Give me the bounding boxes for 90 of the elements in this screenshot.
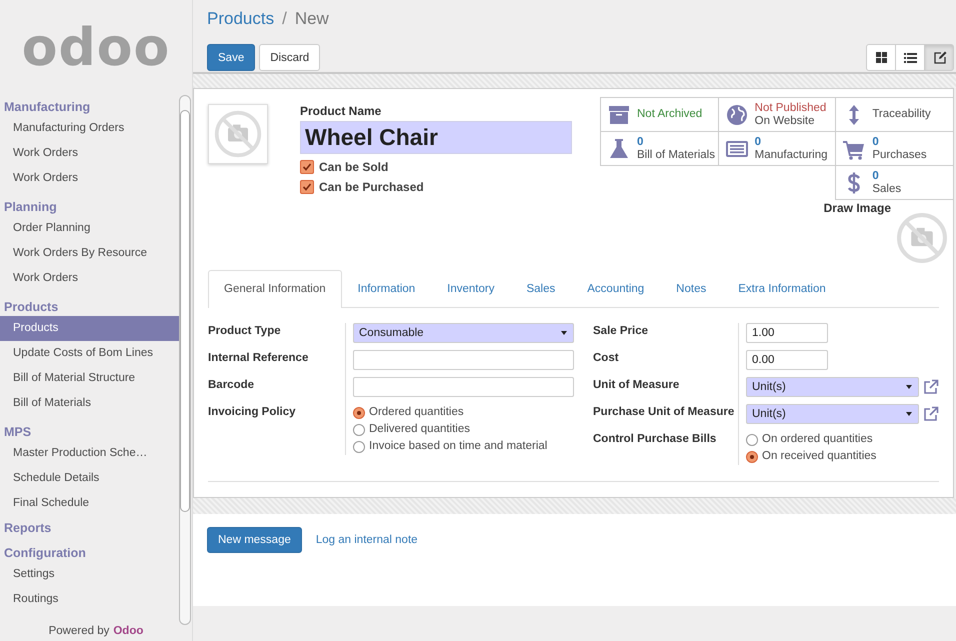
caret-icon xyxy=(560,329,568,337)
breadcrumb-link[interactable]: Products xyxy=(207,9,274,29)
field-label: Purchase Unit of Measure xyxy=(593,406,734,418)
radio-label: Invoice based on time and material xyxy=(369,439,548,454)
radio-button[interactable] xyxy=(353,406,365,418)
new-message-button[interactable]: New message xyxy=(207,527,302,553)
smart-button[interactable]: Not Archived xyxy=(600,97,719,132)
log-note-link[interactable]: Log an internal note xyxy=(316,527,418,553)
menu-item[interactable]: Work Orders xyxy=(0,141,179,166)
menu-item[interactable]: Settings xyxy=(0,562,179,587)
radio-label: On received quantities xyxy=(762,449,876,464)
field-label: Product Type xyxy=(208,325,281,337)
field-label: Invoicing Policy xyxy=(208,406,296,418)
external-link-icon[interactable] xyxy=(923,406,939,422)
dropdown-field[interactable]: Unit(s) xyxy=(746,377,919,397)
view-button[interactable] xyxy=(866,44,896,71)
view-button[interactable] xyxy=(924,44,954,71)
menu-item[interactable]: Update Costs of Bom Lines xyxy=(0,341,179,366)
field-label: Product Name xyxy=(300,104,382,118)
smart-button[interactable]: 0 Bill of Materials xyxy=(600,131,719,166)
no-photo-icon xyxy=(213,109,263,159)
tab[interactable]: Extra Information xyxy=(722,270,842,308)
tab[interactable]: General Information xyxy=(208,270,342,308)
breadcrumb-separator: / xyxy=(282,9,287,29)
menu-item[interactable]: Bill of Materials xyxy=(0,391,179,416)
field-label: Sale Price xyxy=(593,325,648,337)
external-link-icon[interactable] xyxy=(923,379,939,395)
radio-button[interactable] xyxy=(746,434,758,446)
radio-button[interactable] xyxy=(746,450,758,462)
radio-label: Ordered quantities xyxy=(369,405,464,420)
menu-item[interactable]: Order Planning xyxy=(0,216,179,241)
scrollbar[interactable] xyxy=(179,95,191,625)
field-label: Internal Reference xyxy=(208,352,308,364)
input-field[interactable] xyxy=(353,377,574,397)
menu-item[interactable]: Final Schedule xyxy=(0,491,179,516)
input-field[interactable]: 0.00 xyxy=(746,350,828,370)
tab[interactable]: Notes xyxy=(660,270,722,308)
checkbox-label: Can be Sold xyxy=(319,160,388,174)
no-photo-icon xyxy=(895,211,949,265)
draw-image-label: Draw Image xyxy=(824,201,891,217)
tab[interactable]: Sales xyxy=(510,270,572,308)
tab[interactable]: Information xyxy=(342,270,432,308)
menu-item[interactable]: Work Orders By Resource xyxy=(0,241,179,266)
menu-item[interactable]: Schedule Details xyxy=(0,466,179,491)
dropdown-field[interactable]: Unit(s) xyxy=(746,404,919,424)
menu-section-title: Products xyxy=(4,300,58,314)
radio-button[interactable] xyxy=(353,424,365,436)
dropdown-field[interactable]: Consumable xyxy=(353,323,574,343)
kanban-icon xyxy=(874,50,888,65)
field-label: Cost xyxy=(593,352,619,364)
field-label: Unit of Measure xyxy=(593,379,680,391)
list-icon xyxy=(902,50,918,65)
breadcrumb-current: New xyxy=(294,9,329,29)
action-button[interactable]: Discard xyxy=(259,44,320,71)
menu-item[interactable]: Routings xyxy=(0,587,179,612)
checkbox[interactable] xyxy=(300,160,314,174)
flask-icon xyxy=(607,136,631,160)
caret-icon xyxy=(905,410,913,418)
product-name-field[interactable]: Wheel Chair xyxy=(300,121,572,154)
smart-button[interactable]: 0 Sales xyxy=(835,165,954,200)
menu-item[interactable]: Manufacturing Orders xyxy=(0,116,179,141)
menu-section-title: Planning xyxy=(4,200,57,214)
menu-item[interactable]: Work Orders xyxy=(0,166,179,191)
menu-item[interactable]: Bill of Material Structure xyxy=(0,366,179,391)
field-label: Control Purchase Bills xyxy=(593,433,716,445)
menu-section-title: Manufacturing xyxy=(4,100,90,114)
action-button[interactable]: Save xyxy=(207,44,256,71)
logo: odoo xyxy=(22,22,170,74)
tab[interactable]: Inventory xyxy=(431,270,510,308)
menu-item[interactable]: Master Production Sche… xyxy=(0,441,179,466)
powered-by-text: Powered by xyxy=(48,625,110,639)
menu-item[interactable]: Products xyxy=(0,316,179,341)
tab[interactable]: Accounting xyxy=(571,270,660,308)
brand-link[interactable]: Odoo xyxy=(113,625,144,641)
radio-label: On ordered quantities xyxy=(762,432,873,447)
radio-label: Delivered quantities xyxy=(369,422,470,437)
menu-item[interactable]: Work Orders xyxy=(0,266,179,291)
caret-icon xyxy=(905,383,913,391)
checkbox[interactable] xyxy=(300,180,314,194)
field-label: Barcode xyxy=(208,379,254,391)
menu-section-title: Reports xyxy=(4,521,52,535)
input-field[interactable] xyxy=(353,350,574,370)
view-button[interactable] xyxy=(895,44,925,71)
checkbox-label: Can be Purchased xyxy=(319,180,424,194)
globe-icon xyxy=(724,102,749,126)
menu-section-title: MPS xyxy=(4,425,32,439)
radio-button[interactable] xyxy=(353,440,365,452)
input-field[interactable]: 1.00 xyxy=(746,323,828,343)
edit-icon xyxy=(932,50,946,65)
menu-section-title: Configuration xyxy=(4,546,86,560)
